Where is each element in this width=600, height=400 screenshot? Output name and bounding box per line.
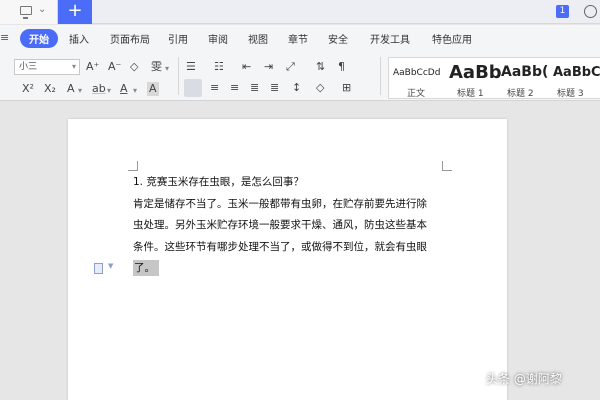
justify-icon[interactable]: ≣ [250,81,259,95]
shrink-font-button[interactable]: A⁻ [108,60,121,74]
divider [178,57,179,95]
menu-icon[interactable]: ≡ [0,31,9,44]
document-icon [94,263,103,274]
tab-review[interactable]: 审阅 [208,31,228,46]
sort-icon[interactable]: ⇅ [316,60,325,74]
chevron-down-icon[interactable]: ⌄ [38,4,46,15]
font-color-button[interactable]: A [120,82,128,96]
window-tab[interactable]: ⌄ [0,0,58,24]
increase-indent-icon[interactable]: ⇥ [264,60,273,74]
numbered-list-icon[interactable]: ☷ [214,60,224,74]
chevron-down-icon[interactable]: ▾ [165,62,169,76]
align-left-active-indicator [184,79,202,97]
font-size-value: 小三 [19,62,38,72]
tab-special-apps[interactable]: 特色应用 [432,31,472,46]
paragraph-line: 虫处理。另外玉米贮存环境一般要求干燥、通风，防虫这些基本 [133,219,427,231]
tab-developer-tools[interactable]: 开发工具 [370,31,410,46]
tab-strip: ⌄ + 1 [0,0,600,24]
tab-security[interactable]: 安全 [328,31,348,46]
decrease-indent-icon[interactable]: ⇤ [242,60,251,74]
clear-format-button[interactable]: ◇ [130,60,138,74]
tab-view[interactable]: 视图 [248,31,268,46]
style-name: 标题 3 [557,89,584,99]
margin-corner-mark [442,161,452,171]
tab-insert[interactable]: 插入 [69,31,89,46]
paragraph-line: 条件。这些环节有哪步处理不当了，或做得不到位，就会有虫眼 [133,240,427,253]
phonetic-guide-button[interactable]: 雯 [151,60,162,74]
style-name: 标题 1 [457,89,484,99]
tab-references[interactable]: 引用 [168,31,188,46]
chevron-down-icon[interactable]: ▾ [78,84,82,98]
show-marks-icon[interactable]: ¶ [338,60,345,74]
text-direction-icon[interactable]: ⤢ [286,60,295,74]
paragraph-line: 肯定是储存不当了。玉米一般都带有虫卵，在贮存前要先进行除 [133,197,427,210]
chevron-down-icon[interactable]: ▼ [108,262,113,270]
tab-page-layout[interactable]: 页面布局 [110,31,150,46]
document-body[interactable]: 1. 竞赛玉米存在虫眼，是怎么回事？ 肯定是储存不当了。玉米一般都带有虫卵，在贮… [133,172,443,280]
style-sample: AaBb( [501,64,549,80]
menu-bar: ≡ 开始 插入 页面布局 引用 审阅 视图 章节 安全 开发工具 特色应用 [0,25,600,51]
align-center-icon[interactable]: ≡ [210,81,219,95]
text-effect-button[interactable]: A [67,82,75,96]
monitor-icon[interactable] [20,6,32,19]
tab-chapter[interactable]: 章节 [288,31,308,46]
highlight-button[interactable]: ab [92,82,106,96]
tab-home[interactable]: 开始 [20,29,58,48]
paragraph-heading: 1. 竞赛玉米存在虫眼，是怎么回事？ [133,176,304,188]
style-sample: AaBbCcDd [393,68,441,78]
margin-corner-mark [128,161,138,171]
document-page[interactable]: 1. 竞赛玉米存在虫眼，是怎么回事？ 肯定是储存不当了。玉米一般都带有虫卵，在贮… [68,119,507,400]
bullet-list-icon[interactable]: ☰ [186,60,196,74]
font-size-select[interactable]: 小三 ▾ [14,59,80,75]
line-spacing-icon[interactable]: ↕ [292,81,301,95]
char-shading-button[interactable]: A [147,82,159,96]
style-normal[interactable]: AaBbCcDd 正文 [389,58,445,100]
paragraph-handle[interactable]: ▼ [94,262,120,276]
chevron-down-icon[interactable]: ▾ [107,84,111,98]
selected-text[interactable]: 了。 [133,260,159,276]
chevron-down-icon[interactable]: ▾ [133,84,137,98]
chevron-down-icon[interactable]: ▾ [72,60,76,74]
style-name: 正文 [407,89,426,99]
style-heading-2[interactable]: AaBb( 标题 2 [497,58,549,100]
style-name: 标题 2 [507,89,534,99]
style-heading-1[interactable]: AaBb 标题 1 [445,58,502,100]
paragraph-shading-icon[interactable]: ◇ [316,81,324,95]
new-tab-button[interactable]: + [58,0,92,24]
align-right-icon[interactable]: ≡ [230,81,239,95]
distributed-icon[interactable]: ≣ [270,81,279,95]
borders-icon[interactable]: ⊞ [342,81,351,95]
styles-gallery: AaBbCcDd 正文 AaBb 标题 1 AaBb( 标题 2 AaBbC 标… [388,57,600,99]
style-sample: AaBb [449,62,502,83]
superscript-button[interactable]: X² [22,82,34,96]
style-heading-3[interactable]: AaBbC 标题 3 [549,58,600,100]
paragraph-line: 了。 [133,258,443,280]
skin-icon[interactable] [584,5,597,18]
style-sample: AaBbC [553,65,600,80]
grow-font-button[interactable]: A⁺ [86,60,99,74]
window-count-badge[interactable]: 1 [556,5,569,18]
watermark: 头条 @谢阿黎 [486,372,562,386]
subscript-button[interactable]: X₂ [44,82,56,96]
divider [380,57,381,95]
